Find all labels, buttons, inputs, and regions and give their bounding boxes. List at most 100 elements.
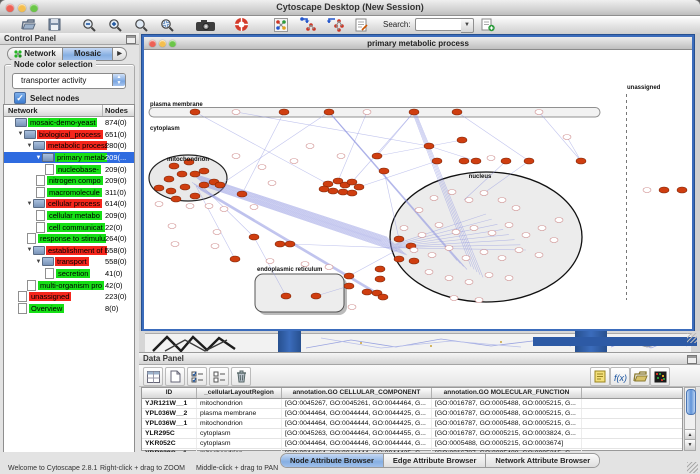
table-cell[interactable]: YPL036W__1 [142,419,197,428]
frame-minimize-button[interactable] [159,40,166,47]
scroll-down-button[interactable]: ▼ [685,439,695,450]
table-row[interactable]: YJR121W__1mitochondrion[GO:0045267, GO:0… [142,399,682,409]
tree-row[interactable]: cell communicat22(0) [4,221,134,233]
background-frame-edge[interactable] [533,337,697,346]
network-node-small[interactable] [418,233,426,238]
attribute-table-icon[interactable] [143,367,163,386]
tree-row[interactable]: ▼biological_process651(0) [4,129,134,141]
tree-row[interactable]: response to stimulu264(0) [4,233,134,245]
network-node-small[interactable] [452,230,460,235]
network-node[interactable] [171,196,181,202]
network-edge[interactable] [567,137,581,161]
tree-row[interactable]: ▼establishment of lo558(0) [4,245,134,257]
network-node[interactable] [501,158,511,164]
network-overview-icon[interactable] [272,17,289,32]
tree-row[interactable]: macromolecule311(0) [4,187,134,199]
search-options-button[interactable]: ▼ [461,18,474,33]
disclosure-arrow-icon[interactable]: ▼ [35,259,42,265]
network-node[interactable] [199,168,209,174]
frame-resize-grip[interactable] [687,333,697,343]
network-node[interactable] [190,171,200,177]
annotation-icon[interactable] [353,17,370,32]
network-node[interactable] [275,241,285,247]
zoom-in-icon[interactable] [106,17,123,32]
network-node-small[interactable] [268,181,276,186]
network-node[interactable] [230,256,240,262]
network-edge[interactable] [457,112,529,161]
network-node-small[interactable] [430,196,438,201]
network-node[interactable] [372,153,382,159]
network-edge[interactable] [197,179,395,245]
float-panel-icon[interactable] [687,355,697,364]
delete-attribute-icon[interactable] [231,367,251,386]
network-edge[interactable] [204,184,403,251]
network-node-small[interactable] [475,298,483,303]
network-node[interactable] [215,182,225,188]
network-node[interactable] [409,258,419,264]
unselect-attributes-icon[interactable] [209,367,229,386]
network-node-small[interactable] [410,248,418,253]
network-node[interactable] [576,158,586,164]
zoom-selected-region-icon[interactable] [158,17,175,32]
network-node[interactable] [154,185,164,191]
network-node-small[interactable] [301,262,309,267]
network-view-titlebar[interactable]: primary metabolic process [144,37,692,50]
table-cell[interactable]: [GO:0045263, GO:0044464, GO:0044455, G..… [282,429,432,438]
network-node[interactable] [362,289,372,295]
tree-column-nodes[interactable]: Nodes [103,105,134,116]
disclosure-arrow-icon[interactable]: ▼ [35,155,42,161]
tree-row[interactable]: nitrogen compo209(0) [4,175,134,187]
network-node[interactable] [311,293,321,299]
network-node-small[interactable] [445,276,453,281]
table-cell[interactable]: [GO:0016787, GO:0005488, GO:0005215, G..… [432,419,582,428]
network-node-small[interactable] [415,208,423,213]
network-edge[interactable] [377,140,462,156]
table-cell[interactable]: YKR052C [142,439,197,448]
network-node-small[interactable] [363,110,371,115]
network-node[interactable] [344,273,354,279]
tab-node-attribute-browser[interactable]: Node Attribute Browser [281,454,384,467]
network-edge[interactable] [539,112,581,161]
network-node-small[interactable] [348,305,356,310]
table-cell[interactable]: [GO:0016787, GO:0005488, GO:0005215, G..… [432,409,582,418]
table-cell[interactable]: YLR295C [142,429,197,438]
network-node-small[interactable] [186,204,194,209]
network-edge[interactable] [359,161,437,187]
network-node[interactable] [394,256,404,262]
network-node-small[interactable] [480,250,488,255]
network-node-small[interactable] [535,253,543,258]
tree-row[interactable]: secretion41(0) [4,268,134,280]
network-node-small[interactable] [337,154,345,159]
disclosure-arrow-icon[interactable]: ▼ [26,143,33,149]
network-node[interactable] [338,189,348,195]
window-titlebar[interactable]: Cytoscape Desktop (New Session) [0,0,700,16]
column-go-cellular-component[interactable]: annotation.GO CELLULAR_COMPONENT [282,388,432,398]
network-node-small[interactable] [465,280,473,285]
network-edge[interactable] [202,182,401,249]
network-node[interactable] [375,266,385,272]
network-node-small[interactable] [505,276,513,281]
select-nodes-checkbox[interactable]: ✓ [14,92,26,104]
frame-zoom-button[interactable] [169,40,176,47]
tree-column-network[interactable]: Network [4,105,103,116]
network-node[interactable] [344,283,354,289]
network-node-small[interactable] [555,218,563,223]
network-node-small[interactable] [155,202,163,207]
network-node[interactable] [354,184,364,190]
network-edge[interactable] [377,112,414,156]
tab-overflow-button[interactable]: ▶ [113,47,127,61]
zoom-fit-icon[interactable] [132,17,149,32]
table-scrollbar[interactable]: ▲ ▼ [684,387,696,451]
network-node-small[interactable] [445,246,453,251]
network-edge[interactable] [201,181,399,247]
network-node-small[interactable] [563,135,571,140]
network-edge[interactable] [200,180,398,246]
network-node-small[interactable] [535,110,543,115]
network-node-small[interactable] [485,273,493,278]
network-node-small[interactable] [487,156,495,161]
tree-row[interactable]: Overview8(0) [4,303,134,315]
network-node-small[interactable] [470,226,478,231]
network-node-small[interactable] [266,259,274,264]
network-node-small[interactable] [425,270,433,275]
network-node[interactable] [190,193,200,199]
